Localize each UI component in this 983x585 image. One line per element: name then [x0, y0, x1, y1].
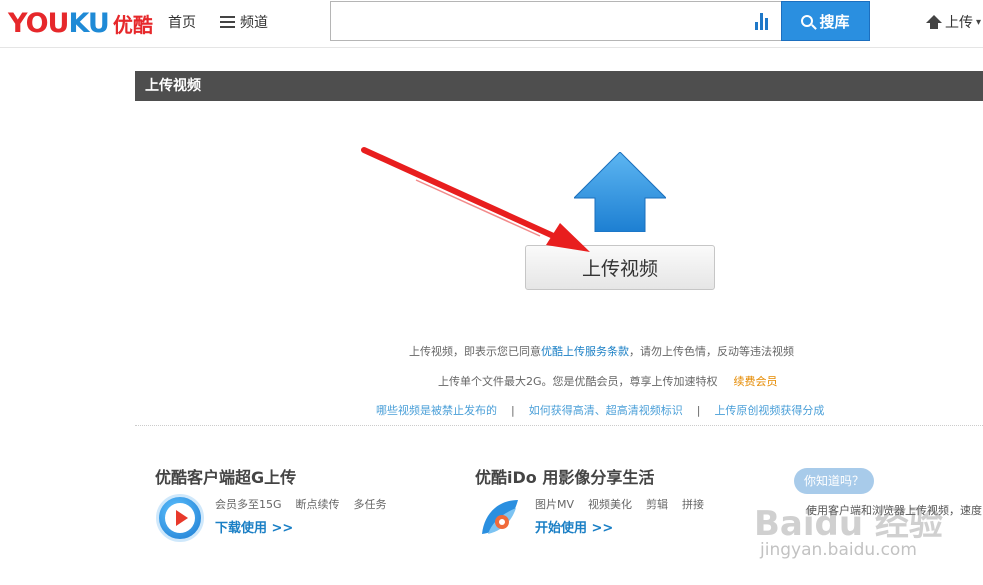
renew-vip-link[interactable]: 续费会员: [734, 375, 778, 388]
forbidden-videos-link[interactable]: 哪些视频是被禁止发布的: [376, 404, 497, 417]
nav-channel-link[interactable]: 频道: [220, 12, 268, 32]
size-note: 上传单个文件最大2G。您是优酷会员，尊享上传加速特权 续费会员: [438, 373, 778, 389]
nav-channel-label: 频道: [240, 15, 268, 31]
hd-badge-link[interactable]: 如何获得高清、超高清视频标识: [529, 404, 683, 417]
start-ido-link[interactable]: 开始使用 >>: [535, 517, 613, 536]
client-promo-title: 优酷客户端超G上传: [155, 468, 297, 487]
upload-video-button[interactable]: 上传视频: [525, 245, 715, 290]
did-you-know-bubble: 你知道吗？: [794, 468, 874, 494]
client-feature: 断点续传: [295, 498, 340, 511]
link-separator: |: [696, 404, 701, 417]
big-upload-arrow-icon[interactable]: [574, 152, 666, 232]
logo-latin: YOUKU: [8, 7, 110, 39]
client-feature: 多任务: [353, 498, 387, 511]
youku-client-play-icon[interactable]: [156, 494, 204, 542]
search-input[interactable]: [331, 2, 741, 40]
ido-promo-title: 优酷iDo 用影像分享生活: [475, 468, 655, 487]
divider: [135, 425, 983, 426]
magnifier-icon: [801, 15, 814, 27]
ido-feature: 视频美化: [588, 498, 633, 511]
agreement-note: 上传视频，即表示您已同意优酷上传服务条款，请勿上传色情，反动等违法视频: [409, 343, 794, 359]
download-client-link[interactable]: 下载使用 >>: [215, 517, 293, 536]
ido-feature: 剪辑: [646, 498, 669, 511]
search-box: [330, 1, 781, 41]
client-features: 会员多至15G 断点续传 多任务: [215, 496, 401, 512]
search-button[interactable]: 搜库: [781, 1, 870, 41]
link-separator: |: [511, 404, 515, 417]
search-button-label: 搜库: [819, 12, 850, 31]
upload-menu-label: 上传: [945, 15, 973, 31]
watermark-url: jingyan.baidu.com: [760, 540, 917, 560]
terms-link[interactable]: 优酷上传服务条款: [541, 345, 629, 358]
youku-logo[interactable]: YOUKU 优酷: [8, 6, 153, 40]
ido-feature: 拼接: [682, 498, 705, 511]
help-links: 哪些视频是被禁止发布的 | 如何获得高清、超高清视频标识 | 上传原创视频获得分成: [376, 402, 824, 418]
chevron-down-icon: ▾: [976, 16, 982, 28]
ido-feature: 图片MV: [535, 498, 575, 511]
logo-latin-you: YOU: [8, 7, 69, 39]
top-bar: YOUKU 优酷 首页 频道 搜库 上传 ▾: [0, 0, 983, 48]
watermark-logo: Baidu 经验: [754, 504, 943, 544]
logo-cn: 优酷: [112, 12, 153, 37]
upload-menu-button[interactable]: 上传 ▾: [926, 12, 981, 32]
client-feature: 会员多至15G: [215, 498, 282, 511]
revenue-share-link[interactable]: 上传原创视频获得分成: [714, 404, 824, 417]
ido-app-icon[interactable]: [476, 494, 524, 542]
logo-latin-ku: KU: [68, 7, 109, 39]
upload-arrow-icon: [926, 15, 942, 29]
agreement-prefix: 上传视频，即表示您已同意: [409, 345, 541, 358]
ido-features: 图片MV 视频美化 剪辑 拼接: [535, 496, 718, 512]
size-text: 上传单个文件最大2G。您是优酷会员，尊享上传加速特权: [438, 375, 718, 388]
baidu-jingyan-watermark: Baidu 经验 jingyan.baidu.com: [754, 496, 983, 582]
bar-chart-icon[interactable]: [755, 13, 771, 30]
nav-home-link[interactable]: 首页: [168, 12, 196, 32]
hamburger-icon: [220, 16, 235, 28]
section-title: 上传视频: [135, 71, 983, 101]
agreement-suffix: ，请勿上传色情，反动等违法视频: [629, 345, 794, 358]
